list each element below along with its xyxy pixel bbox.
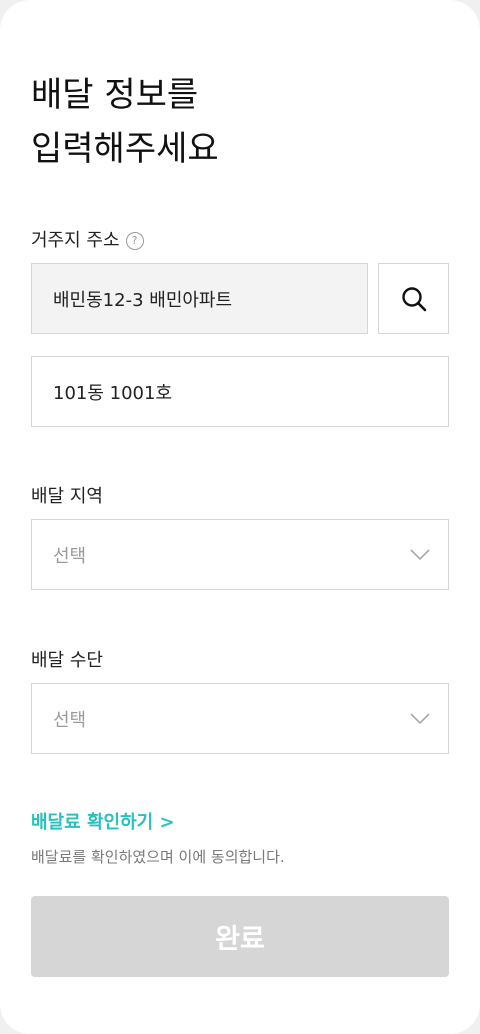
address-label-row: 거주지 주소? bbox=[31, 226, 144, 252]
region-select[interactable]: 선택 bbox=[31, 519, 449, 590]
method-select[interactable]: 선택 bbox=[31, 683, 449, 754]
region-label: 배달 지역 bbox=[31, 486, 103, 507]
chevron-down-icon bbox=[410, 548, 430, 560]
question-circle-icon[interactable]: ? bbox=[125, 232, 144, 250]
complete-button-label: 완료 bbox=[215, 924, 265, 955]
address-main-field[interactable]: 배민동12-3 배민아파트 bbox=[31, 263, 368, 334]
page-title: 배달 정보를 입력해주세요 bbox=[31, 68, 451, 176]
page-title-line2: 입력해주세요 bbox=[31, 129, 219, 169]
region-select-value: 선택 bbox=[53, 545, 87, 567]
bottom-sheet: 배달 정보를 입력해주세요 거주지 주소? 배민동12-3 배민아파트 101동… bbox=[0, 0, 480, 1034]
address-detail-input[interactable]: 101동 1001호 bbox=[31, 356, 449, 427]
delivery-fee-link[interactable]: 배달료 확인하기 > bbox=[31, 808, 175, 834]
search-icon bbox=[401, 286, 426, 311]
page-title-line1: 배달 정보를 bbox=[31, 75, 199, 115]
address-label: 거주지 주소 bbox=[31, 230, 120, 251]
method-label: 배달 수단 bbox=[31, 650, 103, 671]
address-detail-value: 101동 1001호 bbox=[53, 382, 173, 404]
address-search-button[interactable] bbox=[378, 263, 449, 334]
address-main-value: 배민동12-3 배민아파트 bbox=[53, 289, 233, 311]
method-select-value: 선택 bbox=[53, 709, 87, 731]
complete-button[interactable]: 완료 bbox=[31, 896, 449, 977]
chevron-down-icon bbox=[410, 712, 430, 724]
delivery-fee-note: 배달료를 확인하였으며 이에 동의합니다. bbox=[31, 848, 285, 866]
